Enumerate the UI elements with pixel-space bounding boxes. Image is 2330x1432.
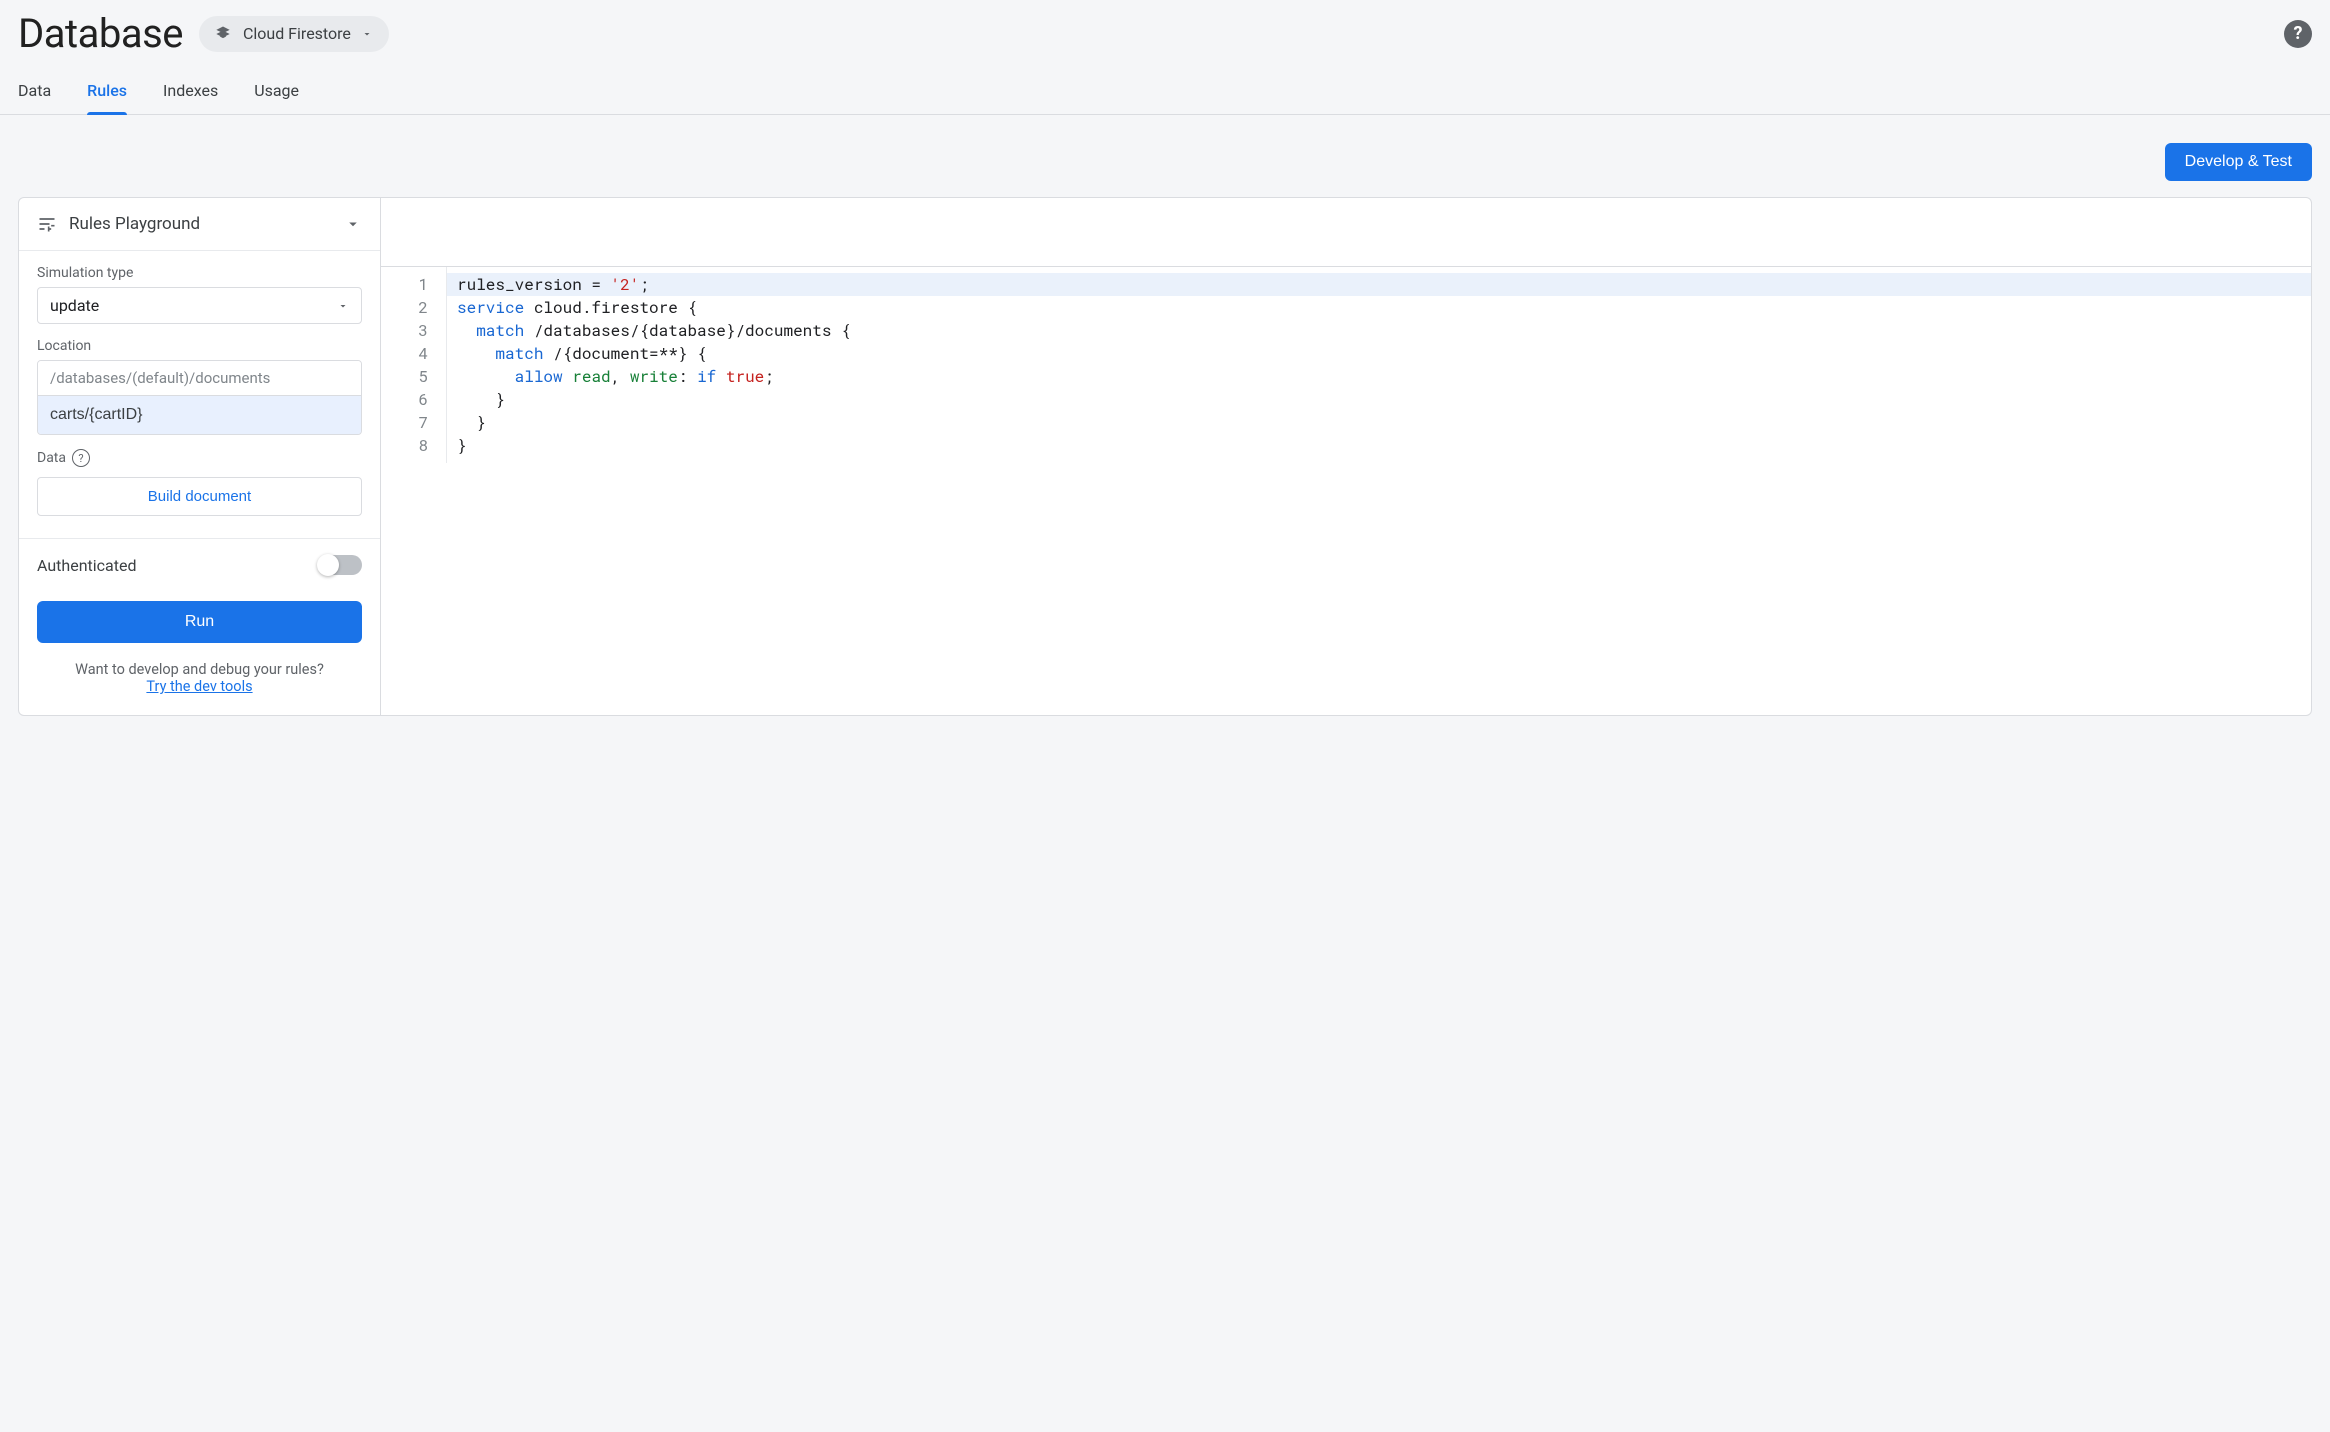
tab-rules[interactable]: Rules <box>87 81 127 114</box>
develop-test-button[interactable]: Develop & Test <box>2165 143 2312 181</box>
database-selector-label: Cloud Firestore <box>243 24 351 43</box>
code-line: } <box>457 411 2301 434</box>
editor-toolbar <box>381 198 2311 267</box>
code-line: allow read, write: if true; <box>457 365 2301 388</box>
code-line: } <box>457 434 2301 457</box>
sliders-icon <box>37 214 57 234</box>
location-input[interactable] <box>38 395 361 434</box>
code-line: } <box>457 388 2301 411</box>
playground-title: Rules Playground <box>69 214 332 234</box>
tab-usage[interactable]: Usage <box>254 81 299 114</box>
build-document-button[interactable]: Build document <box>37 477 362 516</box>
sim-type-label: Simulation type <box>37 265 362 281</box>
firestore-icon <box>213 24 233 44</box>
playground-header[interactable]: Rules Playground <box>19 198 380 251</box>
run-button[interactable]: Run <box>37 601 362 643</box>
location-label: Location <box>37 338 362 354</box>
authenticated-label: Authenticated <box>37 556 136 575</box>
tab-data[interactable]: Data <box>18 81 51 114</box>
footer-question: Want to develop and debug your rules? <box>75 661 324 678</box>
chevron-down-icon <box>337 300 349 312</box>
database-selector[interactable]: Cloud Firestore <box>199 16 389 52</box>
sim-type-value: update <box>50 296 99 315</box>
tab-bar: Data Rules Indexes Usage <box>0 57 2330 115</box>
page-title: Database <box>18 10 183 57</box>
sim-type-select[interactable]: update <box>37 287 362 324</box>
line-gutter: 12345678 <box>381 267 447 463</box>
code-line: match /databases/{database}/documents { <box>457 319 2301 342</box>
help-icon[interactable]: ? <box>2284 20 2312 48</box>
data-label: Data <box>37 450 66 466</box>
code-content[interactable]: rules_version = '2'; service cloud.fires… <box>447 267 2311 463</box>
code-line: rules_version = '2'; <box>447 273 2311 296</box>
help-icon[interactable]: ? <box>72 449 90 467</box>
rules-playground-sidebar: Rules Playground Simulation type update … <box>19 198 381 715</box>
tab-indexes[interactable]: Indexes <box>163 81 218 114</box>
location-prefix: /databases/(default)/documents <box>38 361 361 395</box>
rules-editor: 12345678 rules_version = '2'; service cl… <box>381 198 2311 715</box>
authenticated-toggle[interactable] <box>318 555 362 575</box>
chevron-down-icon <box>361 28 373 40</box>
code-line: match /{document=**} { <box>457 342 2301 365</box>
chevron-down-icon <box>344 215 362 233</box>
dev-tools-link[interactable]: Try the dev tools <box>146 678 252 695</box>
code-line: service cloud.firestore { <box>457 296 2301 319</box>
